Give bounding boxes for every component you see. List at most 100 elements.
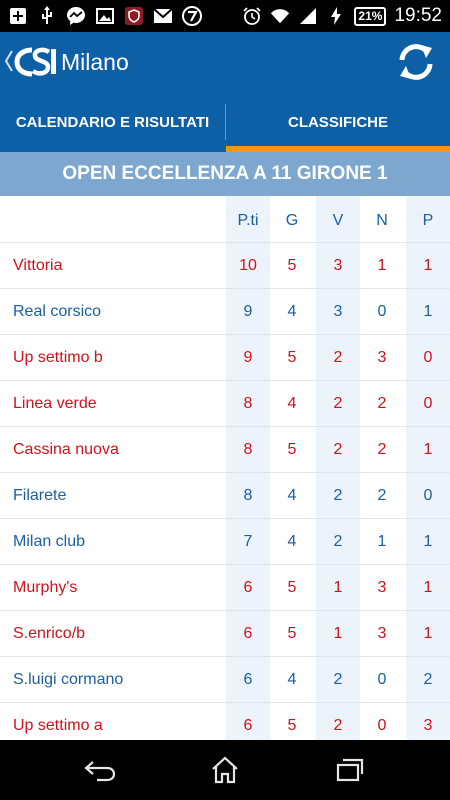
team-name: S.luigi cormano: [13, 671, 124, 688]
cell-drawn: 0: [377, 303, 387, 320]
app-shield-icon: [124, 6, 144, 26]
cell-drawn: 2: [377, 395, 387, 412]
standings-table[interactable]: P.ti G V N P Vittoria 1 0 5 3 1 1 Real corsico 9…: [0, 196, 450, 740]
cell-played: 4: [287, 671, 297, 688]
back-button[interactable]: [80, 752, 120, 788]
cell-played: 5: [287, 257, 297, 274]
table-row[interactable]: Filarete 8 4 2 2 0: [0, 472, 450, 518]
table-row[interactable]: Cassina nuova 8 5 2 2 1: [0, 426, 450, 472]
cell-drawn: 1: [377, 533, 387, 550]
cell-lost: 1: [423, 303, 433, 320]
table-row[interactable]: Up settimo b 9 5 2 3 0: [0, 334, 450, 380]
tab-classifiche[interactable]: CLASSIFICHE: [226, 92, 450, 152]
cell-points: 8: [243, 395, 253, 412]
table-row[interactable]: Murphy's 6 5 1 3 1: [0, 564, 450, 610]
group-title: OPEN ECCELLENZA A 11 GIRONE 1: [0, 152, 450, 196]
cell-won: 1: [333, 579, 343, 596]
column-header-played: G: [285, 212, 299, 229]
cell-played: 5: [287, 625, 297, 642]
battery-level: 21%: [354, 6, 387, 26]
cell-points: 6: [243, 671, 253, 688]
cell-lost: 0: [423, 487, 433, 504]
cell-lost: 2: [423, 671, 433, 688]
column-header-won: V: [332, 212, 344, 229]
team-name: Vittoria: [13, 257, 63, 274]
cell-played: 5: [287, 349, 297, 366]
cell-points: 9: [243, 303, 253, 320]
cell-lost: 3: [423, 717, 433, 734]
team-name: Real corsico: [13, 303, 102, 320]
cell-won: 2: [333, 671, 343, 688]
cell-won: 1: [333, 625, 343, 642]
tab-bar: CALENDARIO E RISULTATI CLASSIFICHE: [0, 92, 450, 152]
cell-drawn: 2: [377, 441, 387, 458]
cell-lost: 1: [423, 579, 433, 596]
cell-won: 3: [333, 303, 343, 320]
team-name: Linea verde: [13, 395, 97, 412]
recents-button[interactable]: [330, 752, 370, 788]
team-name: Murphy's: [13, 579, 78, 596]
notification-icons: [8, 5, 202, 27]
gmail-icon: [153, 6, 173, 26]
back-icon: [84, 761, 116, 782]
cell-played: 4: [287, 303, 297, 320]
team-name: S.enrico/b: [13, 625, 86, 642]
cell-played: 4: [287, 533, 297, 550]
cell-points: 9: [243, 349, 253, 366]
tab-calendario-e-risultati[interactable]: CALENDARIO E RISULTATI: [0, 92, 225, 152]
messenger-icon: [66, 6, 86, 26]
seven-icon: [182, 6, 202, 26]
status-bar: 21% 19:52: [0, 0, 450, 32]
cell-drawn: 2: [377, 487, 387, 504]
add-icon: [8, 6, 28, 26]
cell-lost: 1: [423, 625, 433, 642]
cell-drawn: 3: [377, 625, 387, 642]
cell-won: 2: [333, 487, 343, 504]
column-header-drawn: N: [376, 212, 388, 229]
up-navigation-icon[interactable]: [4, 48, 14, 78]
signal-icon: [298, 6, 318, 26]
table-row[interactable]: Vittoria 10 5 3 1 1: [0, 242, 450, 288]
app-bar: Milano: [0, 32, 450, 92]
recents-icon: [336, 758, 364, 782]
csi-logo-icon[interactable]: [14, 46, 58, 82]
table-row[interactable]: Linea verde 8 4 2 2 0: [0, 380, 450, 426]
team-name: Up settimo b: [13, 349, 103, 366]
table-row[interactable]: Real corsico 9 4 3 0 1: [0, 288, 450, 334]
table-row[interactable]: S.enrico/b 6 5 1 3 1: [0, 610, 450, 656]
team-name: Filarete: [13, 487, 67, 504]
cell-drawn: 3: [377, 349, 387, 366]
column-header-lost: P: [422, 212, 434, 229]
cell-won: 2: [333, 717, 343, 734]
refresh-button[interactable]: [396, 42, 436, 82]
team-name: Milan club: [13, 533, 86, 550]
column-header-points: P.ti: [237, 212, 259, 229]
table-row[interactable]: S.luigi cormano 6 4 2 0 2: [0, 656, 450, 702]
cell-won: 2: [333, 395, 343, 412]
cell-points: 6: [243, 717, 253, 734]
wifi-icon: [270, 6, 290, 26]
cell-drawn: 0: [377, 671, 387, 688]
cell-played: 4: [287, 395, 297, 412]
cell-lost: 0: [423, 395, 433, 412]
team-name: Cassina nuova: [13, 441, 119, 458]
cell-points: 7: [243, 533, 253, 550]
cell-points: 6: [243, 579, 253, 596]
system-indicators: 21% 19:52: [242, 5, 442, 27]
table-row[interactable]: Up settimo a 6 5 2 0 3: [0, 702, 450, 740]
refresh-icon: [399, 44, 433, 80]
cell-points: 6: [243, 625, 253, 642]
team-name: Up settimo a: [13, 717, 103, 734]
cell-points: 8: [243, 441, 253, 458]
app-title: Milano: [61, 49, 129, 75]
home-button[interactable]: [205, 752, 245, 788]
alarm-icon: [242, 6, 262, 26]
home-icon: [212, 756, 238, 784]
cell-lost: 0: [423, 349, 433, 366]
cell-drawn: 1: [377, 257, 387, 274]
cell-points: 8: [243, 487, 253, 504]
table-row[interactable]: Milan club 7 4 2 1 1: [0, 518, 450, 564]
cell-lost: 1: [423, 257, 433, 274]
clock: 19:52: [394, 5, 442, 26]
cell-played: 5: [287, 441, 297, 458]
